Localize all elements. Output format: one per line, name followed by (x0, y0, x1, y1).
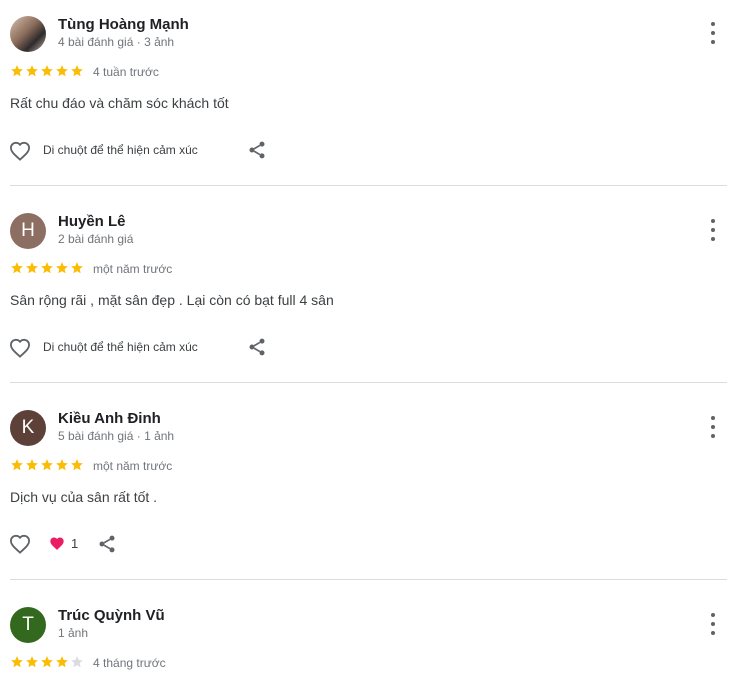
heart-filled-icon (50, 537, 64, 550)
star-filled-icon (11, 65, 23, 77)
star-filled-icon (26, 459, 38, 471)
star-filled-icon (41, 459, 53, 471)
share-button[interactable] (97, 534, 117, 554)
reaction-count: 1 (71, 536, 79, 551)
divider (10, 579, 727, 580)
star-filled-icon (11, 262, 23, 274)
reviewer-name[interactable]: Tùng Hoàng Mạnh (58, 16, 189, 33)
star-filled-icon (11, 656, 23, 668)
more-options-button[interactable] (703, 219, 723, 241)
review-time: một năm trước (93, 459, 173, 473)
more-options-button[interactable] (703, 416, 723, 438)
reviewer-meta: 5 bài đánh giá · 1 ảnh (58, 429, 175, 443)
star-filled-icon (56, 656, 68, 668)
star-empty-icon (71, 656, 83, 668)
avatar[interactable]: T (10, 607, 46, 643)
star-filled-icon (71, 459, 83, 471)
divider (10, 185, 727, 186)
star-filled-icon (26, 262, 38, 274)
more-options-button[interactable] (703, 22, 723, 44)
review-text: Sân rộng rãi , mặt sân đẹp . Lại còn có … (10, 292, 334, 308)
review-time: một năm trước (93, 262, 173, 276)
like-button[interactable] (9, 141, 31, 161)
star-filled-icon (71, 65, 83, 77)
star-rating (10, 64, 84, 78)
review-text: Rất chu đáo và chăm sóc khách tốt (10, 95, 229, 111)
more-vert-icon (711, 219, 715, 223)
star-rating (10, 655, 84, 669)
star-filled-icon (56, 262, 68, 274)
star-filled-icon (41, 65, 53, 77)
like-button[interactable] (9, 338, 31, 358)
avatar[interactable]: H (10, 213, 46, 249)
more-vert-icon (711, 22, 715, 26)
reviewer-name[interactable]: Trúc Quỳnh Vũ (58, 607, 165, 624)
like-button[interactable] (9, 534, 31, 554)
star-filled-icon (11, 459, 23, 471)
star-filled-icon (56, 459, 68, 471)
reaction-hint: Di chuột để thể hiện cảm xúc (43, 340, 198, 354)
review-text: Dịch vụ của sân rất tốt . (10, 489, 158, 505)
reviewer-meta: 2 bài đánh giá (58, 232, 134, 246)
reaction-hint: Di chuột để thể hiện cảm xúc (43, 143, 198, 157)
star-filled-icon (26, 656, 38, 668)
star-filled-icon (41, 656, 53, 668)
reaction-summary[interactable]: 1 (49, 536, 78, 551)
avatar[interactable] (10, 16, 46, 52)
reviewer-meta: 4 bài đánh giá · 3 ảnh (58, 35, 175, 49)
reviewer-name[interactable]: Huyền Lê (58, 213, 126, 230)
more-vert-icon (711, 416, 715, 420)
star-filled-icon (71, 262, 83, 274)
share-button[interactable] (247, 140, 267, 160)
more-options-button[interactable] (703, 613, 723, 635)
star-filled-icon (56, 65, 68, 77)
star-filled-icon (41, 262, 53, 274)
divider (10, 382, 727, 383)
reviewer-meta: 1 ảnh (58, 626, 89, 640)
star-rating (10, 261, 84, 275)
star-rating (10, 458, 84, 472)
review-time: 4 tuần trước (93, 65, 159, 79)
avatar[interactable]: K (10, 410, 46, 446)
reviewer-name[interactable]: Kiều Anh Đinh (58, 410, 161, 427)
share-button[interactable] (247, 337, 267, 357)
more-vert-icon (711, 613, 715, 617)
star-filled-icon (26, 65, 38, 77)
review-time: 4 tháng trước (93, 656, 166, 670)
